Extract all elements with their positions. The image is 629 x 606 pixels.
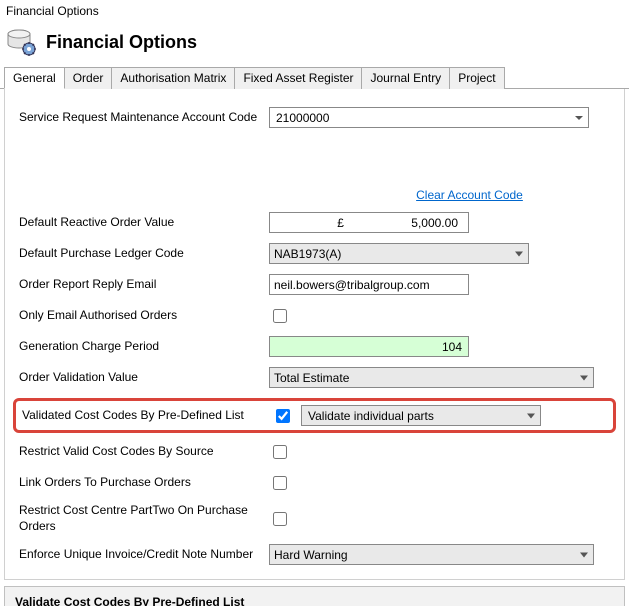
clear-account-code-link[interactable]: Clear Account Code [416,188,523,202]
gen-charge-input[interactable]: 104 [269,336,469,357]
page-header: Financial Options [0,24,629,64]
restrict-source-checkbox[interactable] [273,445,287,459]
database-gear-icon [6,26,38,58]
reactive-order-value: 5,000.00 [411,216,462,230]
window-title: Financial Options [0,0,629,24]
order-validation-label: Order Validation Value [19,370,269,386]
tab-fixed-asset-register[interactable]: Fixed Asset Register [234,67,362,89]
tab-project[interactable]: Project [449,67,504,89]
gen-charge-label: Generation Charge Period [19,339,269,355]
enforce-unique-select[interactable]: Hard Warning [269,544,594,565]
only-email-label: Only Email Authorised Orders [19,308,269,324]
tab-order[interactable]: Order [64,67,113,89]
info-title: Validate Cost Codes By Pre-Defined List [15,595,614,606]
link-orders-checkbox[interactable] [273,476,287,490]
reactive-order-input[interactable]: £ 5,000.00 [269,212,469,233]
general-panel: Service Request Maintenance Account Code… [4,89,625,580]
account-code-label: Service Request Maintenance Account Code [19,110,269,126]
validated-cost-mode-value: Validate individual parts [308,409,434,423]
ledger-code-value: NAB1973(A) [274,247,341,261]
tab-authorisation-matrix[interactable]: Authorisation Matrix [111,67,235,89]
tab-journal-entry[interactable]: Journal Entry [361,67,450,89]
link-orders-label: Link Orders To Purchase Orders [19,475,269,491]
restrict-part2-label: Restrict Cost Centre PartTwo On Purchase… [19,503,269,534]
validated-cost-row: Validated Cost Codes By Pre-Defined List… [13,398,616,433]
reply-email-label: Order Report Reply Email [19,277,269,293]
only-email-checkbox[interactable] [273,309,287,323]
enforce-unique-value: Hard Warning [274,548,348,562]
ledger-code-select[interactable]: NAB1973(A) [269,243,529,264]
tab-general[interactable]: General [4,67,65,89]
reply-email-input[interactable] [269,274,469,295]
ledger-code-label: Default Purchase Ledger Code [19,246,269,262]
gen-charge-value: 104 [442,340,462,354]
reactive-order-label: Default Reactive Order Value [19,215,269,231]
restrict-source-label: Restrict Valid Cost Codes By Source [19,444,269,460]
restrict-part2-checkbox[interactable] [273,512,287,526]
info-panel: Validate Cost Codes By Pre-Defined List … [4,586,625,606]
order-validation-select[interactable]: Total Estimate [269,367,594,388]
validated-cost-label: Validated Cost Codes By Pre-Defined List [22,408,272,424]
account-code-input[interactable] [269,107,589,128]
page-title: Financial Options [46,32,197,53]
currency-symbol: £ [270,216,411,230]
validated-cost-checkbox[interactable] [276,409,290,423]
tab-strip: General Order Authorisation Matrix Fixed… [0,66,629,89]
order-validation-value: Total Estimate [274,371,349,385]
validated-cost-mode-select[interactable]: Validate individual parts [301,405,541,426]
enforce-unique-label: Enforce Unique Invoice/Credit Note Numbe… [19,547,269,563]
